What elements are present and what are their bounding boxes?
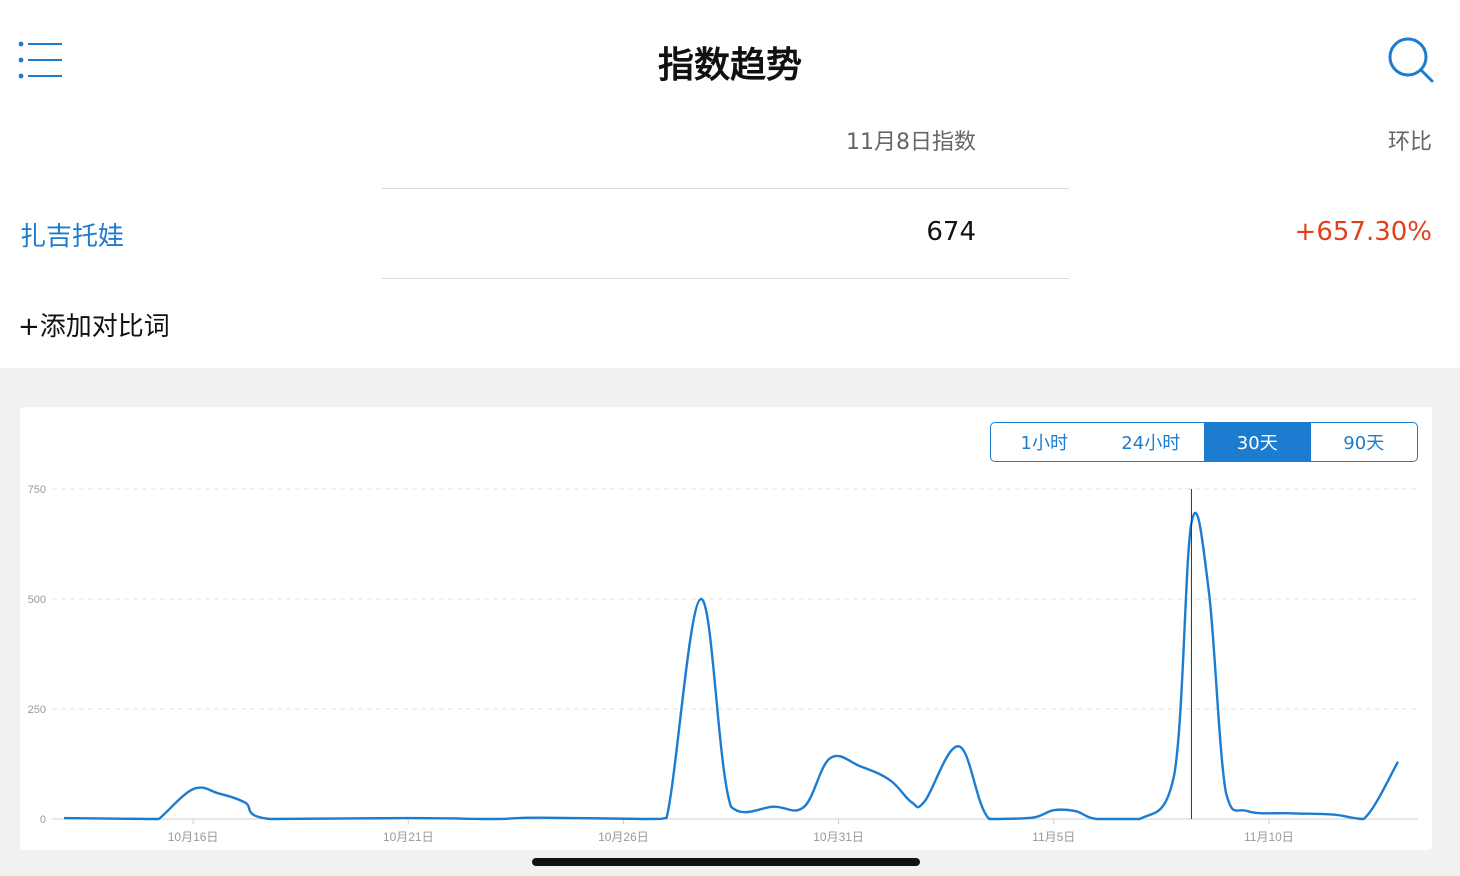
- x-tick-label-0: 10月16日: [168, 830, 219, 844]
- y-tick-label-3: 750: [28, 484, 46, 496]
- y-tick-label-1: 250: [28, 704, 46, 716]
- app-screen: 指数趋势 11月8日指数 环比 扎吉托娃 674 +657.30% +添加对比词…: [0, 0, 1460, 876]
- range-tab-3[interactable]: 90天: [1311, 423, 1418, 461]
- range-tab-2[interactable]: 30天: [1204, 423, 1311, 461]
- series-line: [63, 511, 1400, 821]
- x-tick-label-2: 10月26日: [598, 830, 649, 844]
- y-tick-label-0: 0: [40, 814, 46, 826]
- x-tick-label-5: 11月10日: [1244, 830, 1294, 844]
- x-tick-label-3: 10月31日: [813, 830, 864, 844]
- range-tab-0[interactable]: 1小时: [991, 423, 1098, 461]
- time-range-tabs: 1小时 24小时 30天 90天: [990, 422, 1418, 462]
- y-tick-label-2: 500: [28, 594, 46, 606]
- x-tick-label-4: 11月5日: [1032, 830, 1075, 844]
- home-indicator[interactable]: [532, 858, 920, 866]
- range-tab-1[interactable]: 24小时: [1098, 423, 1205, 461]
- x-tick-label-1: 10月21日: [383, 830, 434, 844]
